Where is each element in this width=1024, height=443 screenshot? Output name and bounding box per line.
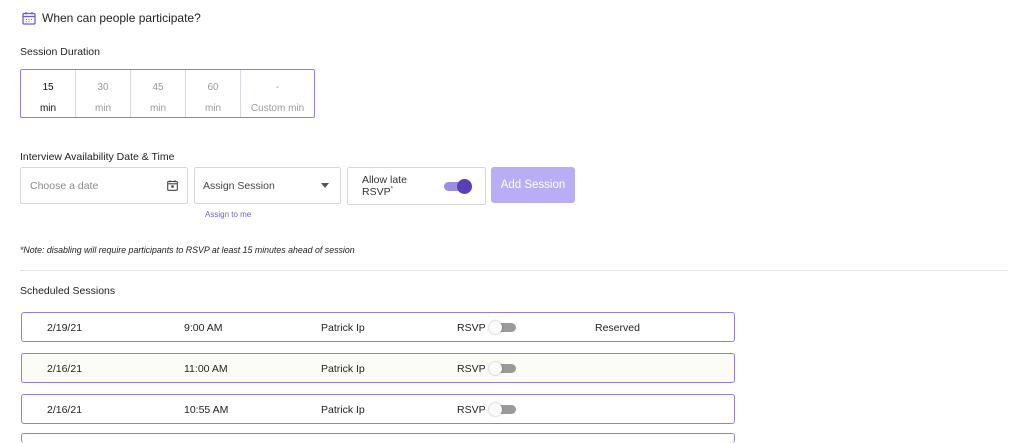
duration-unit: min: [94, 103, 112, 114]
assign-session-dropdown[interactable]: Assign Session: [194, 167, 341, 204]
late-rsvp-label: Allow late RSVP*: [362, 174, 407, 198]
duration-unit: min: [39, 103, 57, 114]
duration-value: 60: [207, 82, 219, 93]
rsvp-toggle[interactable]: [489, 403, 517, 416]
session-host: Patrick Ip: [321, 322, 365, 334]
session-row: [21, 433, 735, 443]
duration-value: 30: [97, 82, 109, 93]
session-duration-selector: 15 min 30 min 45 min 60 min - Custom min: [20, 69, 315, 118]
availability-label: Interview Availability Date & Time: [20, 151, 175, 163]
date-placeholder: Choose a date: [30, 179, 99, 192]
scheduled-sessions-label: Scheduled Sessions: [20, 285, 116, 297]
session-row: 2/16/21 11:00 AM Patrick Ip RSVP: [21, 353, 735, 383]
add-session-button[interactable]: Add Session: [491, 167, 575, 203]
duration-option-custom[interactable]: - Custom min: [241, 70, 314, 117]
duration-option-15[interactable]: 15 min: [21, 70, 77, 117]
session-row: 2/16/21 10:55 AM Patrick Ip RSVP: [21, 394, 735, 424]
duration-option-45[interactable]: 45 min: [131, 70, 187, 117]
rsvp-note: *Note: disabling will require participan…: [20, 245, 355, 255]
session-date: 2/19/21: [47, 322, 83, 334]
calendar-picker-icon[interactable]: [167, 180, 178, 191]
late-rsvp-toggle[interactable]: [444, 179, 472, 194]
duration-unit: min: [204, 103, 222, 114]
duration-unit: Custom min: [250, 103, 305, 114]
rsvp-toggle[interactable]: [489, 321, 517, 334]
section-header: When can people participate?: [22, 11, 201, 25]
duration-value: -: [275, 82, 280, 93]
assign-session-value: Assign Session: [203, 179, 275, 192]
duration-option-30[interactable]: 30 min: [76, 70, 132, 117]
session-row: 2/19/21 9:00 AM Patrick Ip RSVP Reserved: [21, 312, 735, 342]
section-title: When can people participate?: [42, 11, 201, 25]
session-duration-label: Session Duration: [20, 46, 100, 58]
rsvp-label: RSVP: [457, 322, 486, 334]
session-date: 2/16/21: [47, 404, 83, 416]
session-date: 2/16/21: [47, 363, 83, 375]
rsvp-toggle[interactable]: [489, 362, 517, 375]
duration-unit: min: [149, 103, 167, 114]
session-time: 11:00 AM: [184, 363, 228, 375]
session-time: 10:55 AM: [184, 404, 229, 416]
calendar-icon: [22, 12, 36, 25]
session-host: Patrick Ip: [321, 404, 365, 416]
session-host: Patrick Ip: [321, 363, 365, 375]
chevron-down-icon: [321, 183, 329, 188]
session-time: 9:00 AM: [184, 322, 223, 334]
late-rsvp-control: Allow late RSVP*: [347, 167, 486, 205]
duration-value: 45: [152, 82, 164, 93]
rsvp-label: RSVP: [457, 363, 486, 375]
section-divider: [20, 270, 1008, 271]
assign-to-me-link[interactable]: Assign to me: [205, 210, 251, 219]
rsvp-label: RSVP: [457, 404, 486, 416]
duration-option-60[interactable]: 60 min: [186, 70, 242, 117]
session-status: Reserved: [595, 322, 640, 334]
duration-value: 15: [42, 82, 54, 93]
date-picker-field[interactable]: Choose a date: [20, 167, 188, 204]
